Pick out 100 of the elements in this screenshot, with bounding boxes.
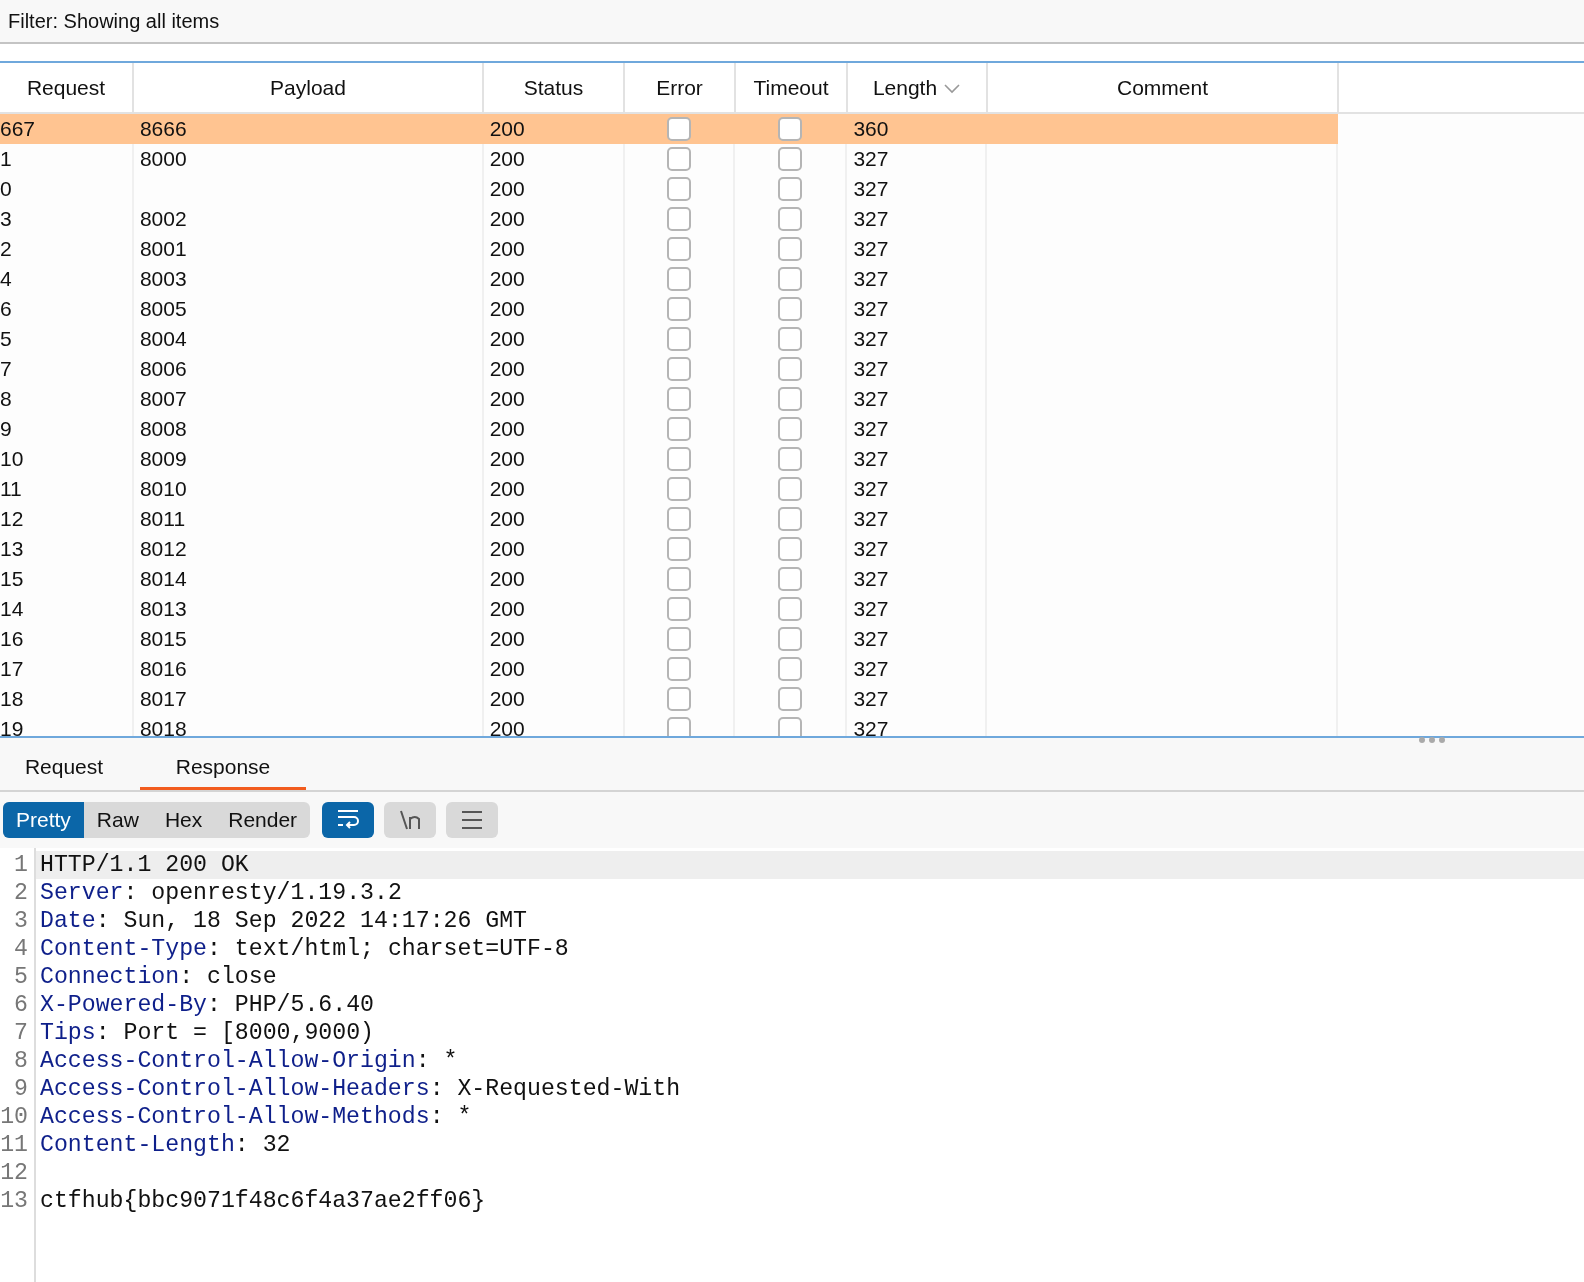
table-cell: 19: [0, 717, 24, 736]
table-cell: 8011: [139, 507, 186, 531]
resize-handle-icon[interactable]: [1418, 736, 1446, 744]
table-row[interactable]: 1 8000 200 327: [0, 144, 1338, 174]
table-cell: 8001: [139, 237, 187, 261]
table-row[interactable]: 5 8004 200 327: [0, 324, 1338, 354]
table-row[interactable]: 9 8008 200 327: [0, 414, 1338, 444]
table-cell: 327: [853, 567, 889, 591]
table-cell: 360: [853, 117, 889, 141]
table-cell: 327: [853, 237, 889, 261]
table-cell: 8017: [139, 687, 187, 711]
column-header[interactable]: Length: [848, 63, 988, 112]
table-cell: 200: [489, 267, 525, 291]
column-header[interactable]: Status: [484, 63, 625, 112]
table-cell: 200: [489, 207, 525, 231]
table-cell: 14: [0, 597, 24, 621]
table-cell: 8004: [139, 327, 187, 351]
column-header[interactable]: Timeout: [736, 63, 848, 112]
table-cell: 327: [853, 687, 889, 711]
view-mode-button[interactable]: Render: [215, 802, 311, 838]
table-cell: 327: [853, 417, 889, 441]
code-line: Access-Control-Allow-Methods: *: [40, 1104, 472, 1130]
table-cell: 667: [0, 117, 36, 141]
table-row[interactable]: 3 8002 200 327: [0, 204, 1338, 234]
table-row[interactable]: 6 8005 200 327: [0, 294, 1338, 324]
view-mode-button[interactable]: Hex: [151, 802, 216, 838]
code-line: Server: openresty/1.19.3.2: [40, 880, 402, 906]
tab[interactable]: Response: [140, 738, 306, 790]
table-row[interactable]: 14 8013 200 327: [0, 594, 1338, 624]
line-number: 7: [13, 1020, 28, 1046]
table-cell: 327: [853, 387, 889, 411]
filter-label[interactable]: Filter: Showing all items: [8, 9, 220, 33]
table-cell: 200: [489, 717, 525, 736]
code-line: Content-Type: text/html; charset=UTF-8: [40, 936, 569, 962]
table-cell: 2: [0, 237, 12, 261]
view-mode-button[interactable]: Raw: [83, 802, 152, 838]
table-row[interactable]: 2 8001 200 327: [0, 234, 1338, 264]
table-cell: 200: [489, 117, 525, 141]
code-line: Connection: close: [40, 964, 277, 990]
table-cell: 15: [0, 567, 24, 591]
line-number: 13: [0, 1188, 28, 1214]
table-cell: 17: [0, 657, 24, 681]
line-number: 8: [13, 1048, 28, 1074]
table-cell: 327: [853, 147, 889, 171]
table-cell: 13: [0, 537, 24, 561]
table-cell: 200: [489, 147, 525, 171]
code-line: X-Powered-By: PHP/5.6.40: [40, 992, 374, 1018]
table-cell: 8014: [139, 567, 187, 591]
table-cell: 8008: [139, 417, 187, 441]
table-cell: 5: [0, 327, 12, 351]
table-cell: 8012: [139, 537, 187, 561]
table-row[interactable]: 12 8011 200 327: [0, 504, 1338, 534]
column-header[interactable]: Comment: [988, 63, 1339, 112]
toolbar-button[interactable]: [446, 802, 499, 838]
table-row[interactable]: 4 8003 200 327: [0, 264, 1338, 294]
tab[interactable]: Request: [0, 738, 128, 790]
table-cell: 200: [489, 447, 525, 471]
sort-chevron-icon: [943, 81, 962, 94]
table-row[interactable]: 667 8666 200 360: [0, 114, 1338, 144]
table-row[interactable]: 11 8010 200 327: [0, 474, 1338, 504]
table-cell: 7: [0, 357, 12, 381]
table-cell: 3: [0, 207, 12, 231]
table-row[interactable]: 10 8009 200 327: [0, 444, 1338, 474]
toolbar-button[interactable]: [322, 802, 375, 838]
table-cell: 200: [489, 627, 525, 651]
column-header[interactable]: Request: [0, 63, 134, 112]
table-row[interactable]: 13 8012 200 327: [0, 534, 1338, 564]
table-row[interactable]: 7 8006 200 327: [0, 354, 1338, 384]
table-cell: 327: [853, 297, 889, 321]
table-cell: 18: [0, 687, 24, 711]
table-row[interactable]: 8 8007 200 327: [0, 384, 1338, 414]
table-cell: 8000: [139, 147, 187, 171]
table-cell: 8: [0, 387, 12, 411]
toolbar-button[interactable]: [384, 802, 437, 838]
table-cell: 200: [489, 567, 525, 591]
table-cell: 327: [853, 177, 889, 201]
line-number: 12: [0, 1160, 28, 1186]
table-cell: 8016: [139, 657, 187, 681]
table-cell: 327: [853, 537, 889, 561]
table-cell: 8005: [139, 297, 187, 321]
line-number: 1: [13, 852, 28, 878]
table-cell: 327: [853, 207, 889, 231]
column-header[interactable]: Payload: [134, 63, 484, 112]
table-cell: 327: [853, 507, 889, 531]
line-number: 10: [0, 1104, 28, 1130]
code-line: Content-Length: 32: [40, 1132, 291, 1158]
table-cell: 4: [0, 267, 12, 291]
table-cell: 9: [0, 417, 12, 441]
table-cell: 200: [489, 327, 525, 351]
table-row[interactable]: 17 8016 200 327: [0, 654, 1338, 684]
view-mode-button[interactable]: Pretty: [3, 802, 84, 838]
table-row[interactable]: 15 8014 200 327: [0, 564, 1338, 594]
table-cell: 8009: [139, 447, 187, 471]
table-row[interactable]: 16 8015 200 327: [0, 624, 1338, 654]
code-line: Date: Sun, 18 Sep 2022 14:17:26 GMT: [40, 908, 528, 934]
line-number: 11: [0, 1132, 28, 1158]
table-cell: 200: [489, 507, 525, 531]
table-row[interactable]: 0 200 327: [0, 174, 1338, 204]
table-row[interactable]: 18 8017 200 327: [0, 684, 1338, 714]
column-header[interactable]: Error: [625, 63, 736, 112]
